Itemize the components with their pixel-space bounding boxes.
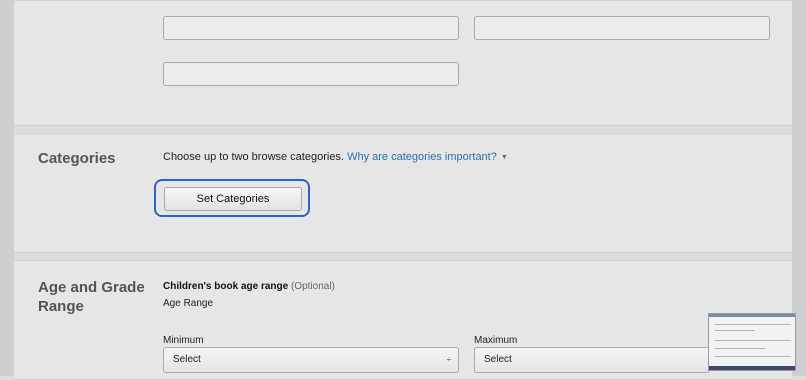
set-categories-button[interactable]: Set Categories: [164, 187, 302, 211]
select-caret-icon: ÷: [446, 355, 451, 364]
categories-title: Categories: [38, 150, 116, 167]
age-range-label: Age Range: [163, 298, 214, 309]
maximum-label: Maximum: [474, 335, 518, 346]
details-panel: [14, 0, 792, 126]
minimum-select[interactable]: Select ÷: [163, 347, 459, 373]
page-edge-left: [0, 0, 14, 376]
age-grade-title: Age and Grade Range: [38, 279, 145, 315]
thumbnail-line: [715, 348, 765, 349]
minimum-select-value: Select: [173, 354, 201, 365]
categories-description: Choose up to two browse categories. Why …: [163, 151, 508, 163]
text-field-1[interactable]: [163, 16, 459, 40]
thumbnail-taskbar: [709, 366, 795, 370]
categories-panel: Categories Choose up to two browse categ…: [14, 133, 792, 253]
text-field-2[interactable]: [474, 16, 770, 40]
optional-label: (Optional): [290, 281, 335, 292]
maximum-select-value: Select: [484, 354, 512, 365]
minimum-label: Minimum: [163, 335, 204, 346]
thumbnail-titlebar: [709, 314, 795, 317]
age-grade-panel: Age and Grade Range Children's book age …: [14, 260, 792, 380]
maximum-select[interactable]: Select: [474, 347, 710, 373]
age-range-heading: Children's book age range (Optional): [163, 281, 335, 292]
age-range-heading-text: Children's book age range: [163, 281, 289, 292]
text-field-3[interactable]: [163, 62, 459, 86]
categories-description-text: Choose up to two browse categories.: [163, 151, 344, 163]
screen-thumbnail: [708, 313, 796, 371]
thumbnail-line: [715, 324, 791, 325]
why-categories-link[interactable]: Why are categories important?: [347, 151, 497, 163]
chevron-down-icon[interactable]: ▼: [501, 154, 508, 161]
thumbnail-line: [715, 340, 791, 341]
thumbnail-line: [715, 330, 755, 331]
thumbnail-line: [715, 356, 791, 357]
